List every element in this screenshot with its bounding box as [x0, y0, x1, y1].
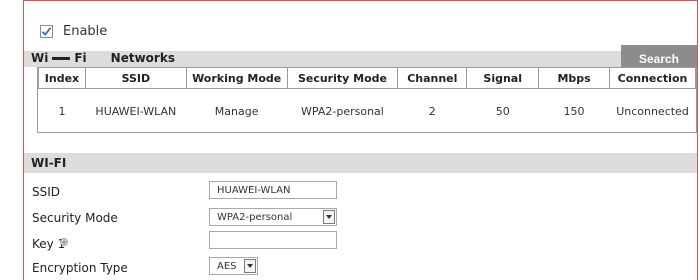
- table-header-row: Index SSID Working Mode Security Mode Ch…: [38, 67, 696, 89]
- cell-signal: 50: [495, 104, 510, 118]
- networks-label: Networks: [110, 51, 175, 65]
- column-header-ssid: SSID: [84, 67, 187, 89]
- column-header-signal: Signal: [466, 67, 540, 89]
- networks-section-title: Wi Fi Networks: [31, 51, 175, 65]
- wifi-title-prefix: Wi: [31, 51, 49, 65]
- encryption-type-select[interactable]: AES: [209, 257, 258, 275]
- key1-input[interactable]: [209, 231, 337, 249]
- column-header-channel: Channel: [397, 67, 468, 89]
- cell-index: 1: [58, 104, 66, 118]
- column-header-index: Index: [38, 67, 86, 89]
- security-mode-value: WPA2-personal: [217, 211, 293, 223]
- enable-label: Enable: [63, 24, 108, 39]
- wifi-settings-panel: [23, 0, 698, 280]
- enable-checkbox[interactable]: [40, 25, 53, 38]
- ssid-label: SSID: [32, 185, 61, 199]
- networks-table: Index SSID Working Mode Security Mode Ch…: [37, 67, 697, 133]
- chevron-down-icon: [244, 259, 256, 273]
- table-row[interactable]: 1 HUAWEI-WLAN Manage WPA2-personal 2 50 …: [39, 89, 696, 134]
- wifi-header-band: [24, 153, 697, 173]
- column-header-security-mode: Security Mode: [286, 67, 399, 89]
- cell-ssid: HUAWEI-WLAN: [95, 104, 177, 118]
- search-button[interactable]: Search: [621, 45, 697, 67]
- column-header-mbps: Mbps: [538, 67, 610, 89]
- encryption-type-value: AES: [217, 260, 237, 272]
- cell-connection: Unconnected: [616, 104, 689, 118]
- cell-mbps: 150: [563, 104, 585, 118]
- security-mode-label: Security Mode: [32, 211, 118, 225]
- chevron-down-icon: [323, 210, 335, 224]
- cell-security-mode: WPA2-personal: [301, 104, 384, 118]
- cell-channel: 2: [428, 104, 436, 118]
- column-header-working-mode: Working Mode: [185, 67, 288, 89]
- info-icon[interactable]: [60, 238, 68, 246]
- cell-working-mode: Manage: [214, 104, 259, 118]
- security-mode-select[interactable]: WPA2-personal: [209, 208, 337, 226]
- dash-icon: [52, 56, 71, 60]
- wifi-section-title: WI-FI: [31, 156, 67, 170]
- encryption-type-label: Encryption Type: [32, 261, 128, 275]
- ssid-input[interactable]: HUAWEI-WLAN: [209, 181, 337, 199]
- wifi-title-suffix: Fi: [74, 51, 87, 65]
- enable-row: Enable: [40, 24, 107, 39]
- column-header-connection: Connection: [609, 67, 696, 89]
- checkmark-icon: [41, 27, 52, 36]
